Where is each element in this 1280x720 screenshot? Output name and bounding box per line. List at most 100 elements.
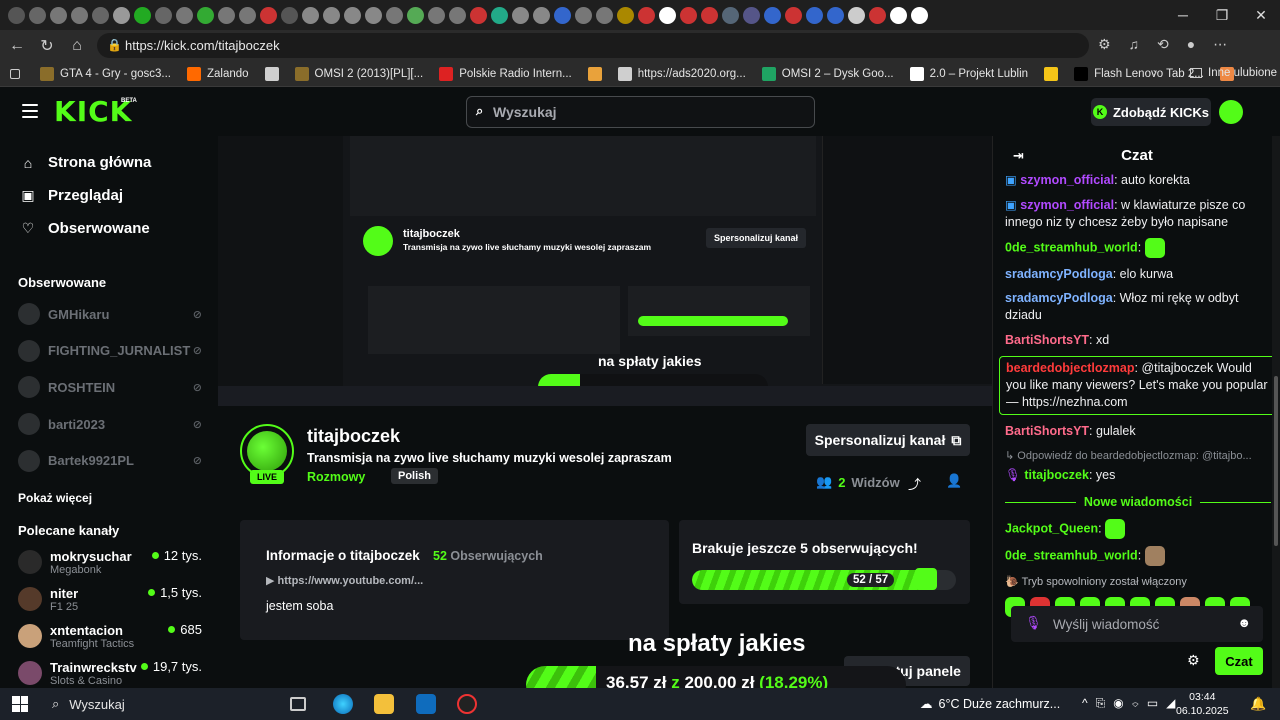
chat-message-input[interactable]: 🎙 Wyślij wiadomość ☻ bbox=[1011, 606, 1263, 642]
app-icon[interactable] bbox=[457, 694, 477, 714]
bookmark-item[interactable] bbox=[587, 66, 602, 81]
browser-tab-icon[interactable] bbox=[827, 6, 844, 24]
bookmark-item[interactable]: 2.0 – Projekt Lublin bbox=[909, 66, 1028, 81]
bookmark-item[interactable]: GTA 4 - Gry - gosc3... bbox=[40, 66, 171, 81]
search-input[interactable]: ⌕ Wyszukaj bbox=[466, 96, 815, 128]
clock[interactable]: 03:44 06.10.2025 bbox=[1176, 690, 1229, 718]
page-scrollbar[interactable] bbox=[1272, 136, 1280, 688]
browser-tab-icon[interactable] bbox=[701, 6, 718, 24]
chat-settings-icon[interactable]: ⚙ bbox=[1187, 652, 1200, 669]
chevron-right-icon[interactable]: › bbox=[1153, 67, 1157, 79]
close-window-icon[interactable]: ✕ bbox=[1242, 0, 1280, 30]
browser-tab-icon[interactable] bbox=[659, 6, 676, 24]
browser-tab-icon[interactable] bbox=[491, 6, 508, 24]
browser-tab-icon[interactable] bbox=[50, 6, 67, 24]
browser-tab-icon[interactable] bbox=[575, 6, 592, 24]
browser-tab-icon[interactable] bbox=[869, 6, 886, 24]
video-player[interactable]: titajboczek Transmisja na zywo live słuc… bbox=[218, 136, 992, 406]
browser-tab-icon[interactable] bbox=[92, 6, 109, 24]
stream-category[interactable]: Rozmowy bbox=[307, 470, 365, 484]
browser-tab-icon[interactable] bbox=[428, 6, 445, 24]
bookmark-item[interactable] bbox=[1044, 66, 1059, 81]
bookmark-item[interactable]: Flash Lenovo Tab 2... bbox=[1074, 66, 1204, 81]
browser-tab-icon[interactable] bbox=[722, 6, 739, 24]
browser-tab-icon[interactable] bbox=[848, 6, 865, 24]
browser-tab-icon[interactable] bbox=[617, 6, 634, 24]
get-kicks-button[interactable]: K Zdobądź KICKs bbox=[1091, 98, 1211, 126]
browser-tab-icon[interactable] bbox=[764, 6, 781, 24]
other-bookmarks[interactable]: Inne ulubione bbox=[1190, 67, 1277, 79]
share-icon[interactable]: ⤴ bbox=[908, 474, 921, 493]
browser-tab-icon[interactable] bbox=[890, 6, 907, 24]
bookmark-item[interactable]: OMSI 2 – Dysk Goo... bbox=[761, 66, 894, 81]
system-tray[interactable]: ^⎘◉⌔▭◢ bbox=[1082, 696, 1183, 711]
emoji-icon[interactable]: ☻ bbox=[1237, 615, 1251, 630]
browser-tab-icon[interactable] bbox=[239, 6, 256, 24]
browser-tab-icon[interactable] bbox=[29, 6, 46, 24]
browser-tab-icon[interactable] bbox=[134, 6, 151, 24]
followed-channel[interactable]: barti2023 ⊘ bbox=[0, 406, 216, 443]
browser-tab-icon[interactable] bbox=[638, 6, 655, 24]
browser-tab-icon[interactable] bbox=[743, 6, 760, 24]
personalize-channel-button[interactable]: Spersonalizuj kanał ⧉ bbox=[806, 424, 970, 456]
browser-tab-icon[interactable] bbox=[218, 6, 235, 24]
notification-icon[interactable]: 🔔 bbox=[1250, 696, 1266, 712]
recommended-channel[interactable]: mokrysuchar Megabonk 12 tys. bbox=[0, 544, 216, 581]
task-view-icon[interactable] bbox=[290, 697, 306, 711]
browser-tab-icon[interactable] bbox=[197, 6, 214, 24]
recommended-channel[interactable]: xntentacion Teamfight Tactics 685 bbox=[0, 618, 216, 655]
youtube-link[interactable]: ▶ https://www.youtube.com/... bbox=[266, 574, 423, 587]
followed-channel[interactable]: GMHikaru ⊘ bbox=[0, 296, 216, 333]
home-icon[interactable]: ⌂ bbox=[62, 31, 92, 61]
browser-tab-icon[interactable] bbox=[113, 6, 130, 24]
follow-icon[interactable]: 👤 bbox=[946, 473, 962, 489]
browser-tab-icon[interactable] bbox=[596, 6, 613, 24]
nav-home[interactable]: ⌂ Strona główna bbox=[0, 146, 216, 179]
browser-tab-icon[interactable] bbox=[281, 6, 298, 24]
browser-tab-icon[interactable] bbox=[8, 6, 25, 24]
back-icon[interactable]: ← bbox=[2, 31, 32, 61]
nav-browse[interactable]: ▣ Przeglądaj bbox=[0, 179, 216, 212]
browser-tab-icon[interactable] bbox=[260, 6, 277, 24]
microphone-icon[interactable]: 🎙 bbox=[1025, 615, 1042, 631]
followed-channel[interactable]: FIGHTING_JURNALIST ⊘ bbox=[0, 333, 216, 370]
user-avatar[interactable] bbox=[1219, 100, 1243, 124]
browser-tab-icon[interactable] bbox=[344, 6, 361, 24]
maximize-icon[interactable]: ❐ bbox=[1203, 0, 1241, 30]
chat-send-button[interactable]: Czat bbox=[1215, 647, 1263, 675]
browser-tab-icon[interactable] bbox=[407, 6, 424, 24]
language-tag[interactable]: Polish bbox=[391, 468, 439, 484]
refresh-icon[interactable]: ↻ bbox=[32, 31, 62, 61]
bookmark-item[interactable]: Polskie Radio Intern... bbox=[439, 66, 572, 81]
browser-tab-icon[interactable] bbox=[155, 6, 172, 24]
browser-tab-icon[interactable] bbox=[323, 6, 340, 24]
browser-tab-icon[interactable] bbox=[176, 6, 193, 24]
followed-channel[interactable]: Bartek9921PL ⊘ bbox=[0, 442, 216, 479]
browser-tab-icon[interactable] bbox=[470, 6, 487, 24]
menu-icon[interactable] bbox=[22, 104, 38, 118]
bookmark-folder-icon[interactable] bbox=[10, 68, 20, 79]
recommended-channel[interactable]: Trainwreckstv Slots & Casino 19,7 tys. bbox=[0, 655, 216, 690]
show-more-link[interactable]: Pokaż więcej bbox=[0, 491, 216, 505]
browser-tab-icon[interactable] bbox=[365, 6, 382, 24]
browser-tab-icon[interactable] bbox=[785, 6, 802, 24]
bookmark-item[interactable]: Zalando bbox=[186, 66, 249, 81]
file-explorer-icon[interactable] bbox=[374, 694, 394, 714]
url-field[interactable]: 🔒 https://kick.com/titajboczek bbox=[97, 33, 1089, 58]
bookmark-item[interactable]: OMSI 2 (2013)[PL][... bbox=[294, 66, 423, 81]
browser-tab-icon[interactable] bbox=[512, 6, 529, 24]
browser-tab-icon[interactable] bbox=[554, 6, 571, 24]
taskbar-search[interactable]: ⌕ Wyszukaj bbox=[42, 692, 258, 716]
recommended-channel[interactable]: niter F1 25 1,5 tys. bbox=[0, 581, 216, 618]
browser-toolbar-icons[interactable]: ⚙♫⟲●⋯ bbox=[1098, 36, 1245, 53]
browser-tab-icon[interactable] bbox=[680, 6, 697, 24]
browser-tab-icon[interactable] bbox=[71, 6, 88, 24]
browser-tab-icon[interactable] bbox=[911, 6, 928, 24]
browser-tab-icon[interactable] bbox=[386, 6, 403, 24]
outlook-icon[interactable] bbox=[416, 694, 436, 714]
windows-start-icon[interactable] bbox=[12, 696, 28, 712]
bookmark-item[interactable] bbox=[264, 66, 279, 81]
channel-name[interactable]: titajboczek bbox=[307, 426, 400, 447]
minimize-icon[interactable]: ─ bbox=[1164, 0, 1202, 30]
browser-tab-icon[interactable] bbox=[449, 6, 466, 24]
